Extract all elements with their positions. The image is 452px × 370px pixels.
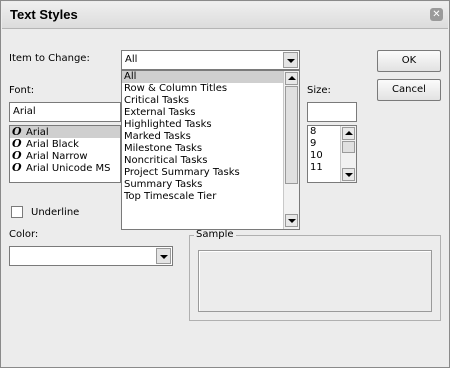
sample-preview [198,250,432,312]
dropdown-scrollbar[interactable] [283,71,299,229]
font-list-item[interactable]: O Arial Narrow [10,150,120,163]
dropdown-item[interactable]: Summary Tasks [122,179,299,191]
sample-label: Sample [194,229,236,240]
chevron-down-icon[interactable] [156,248,171,264]
dropdown-item[interactable]: Noncritical Tasks [122,155,299,167]
dropdown-item-all[interactable]: All [122,71,299,83]
dialog-title: Text Styles [10,7,78,22]
item-to-change-value: All [125,54,138,65]
font-list-item[interactable]: O Arial Unicode MS [10,161,120,175]
scroll-down-icon[interactable] [342,168,355,181]
font-input[interactable]: Arial [9,102,121,122]
dropdown-item[interactable]: Critical Tasks [122,95,299,107]
size-label: Size: [307,85,331,96]
color-label: Color: [9,229,39,240]
scroll-up-icon[interactable] [285,72,298,85]
font-label: Font: [9,85,35,96]
color-select[interactable] [9,246,173,266]
dropdown-item[interactable]: Project Summary Tasks [122,167,299,179]
scroll-down-icon[interactable] [285,214,298,227]
title-bar: Text Styles ✕ [2,2,448,29]
underline-checkbox[interactable] [11,206,23,218]
font-list-item[interactable]: O Arial Black [10,138,120,151]
item-to-change-combo[interactable]: All [121,50,300,70]
dropdown-item[interactable]: Marked Tasks [122,131,299,143]
item-to-change-dropdown[interactable]: All Row & Column Titles Critical Tasks E… [121,70,300,230]
scroll-thumb[interactable] [342,141,355,153]
dropdown-item[interactable]: External Tasks [122,107,299,119]
dropdown-item[interactable]: Highlighted Tasks [122,119,299,131]
item-to-change-label: Item to Change: [9,53,90,64]
close-icon[interactable]: ✕ [430,8,443,21]
chevron-down-icon[interactable] [283,52,298,68]
dropdown-item[interactable]: Row & Column Titles [122,83,299,95]
ok-button[interactable]: OK [377,50,441,72]
dropdown-item[interactable]: Top Timescale Tier [122,191,299,203]
cancel-button[interactable]: Cancel [377,79,441,101]
size-list[interactable]: 8 9 10 11 [307,125,357,183]
sample-group: Sample [189,229,441,321]
dropdown-item[interactable]: Milestone Tasks [122,143,299,155]
font-list-item[interactable]: O Arial [10,126,120,138]
size-scrollbar[interactable] [340,126,356,182]
font-value: Arial [13,106,36,117]
scroll-thumb[interactable] [285,86,298,184]
scroll-up-icon[interactable] [342,127,355,140]
text-styles-dialog: Text Styles ✕ Item to Change: All OK Can… [0,0,450,368]
underline-label: Underline [31,207,80,218]
font-list[interactable]: O Arial O Arial Black O Arial Narrow O Arial… [9,125,121,183]
truetype-font-icon: O [12,161,22,174]
size-input[interactable] [307,102,357,122]
